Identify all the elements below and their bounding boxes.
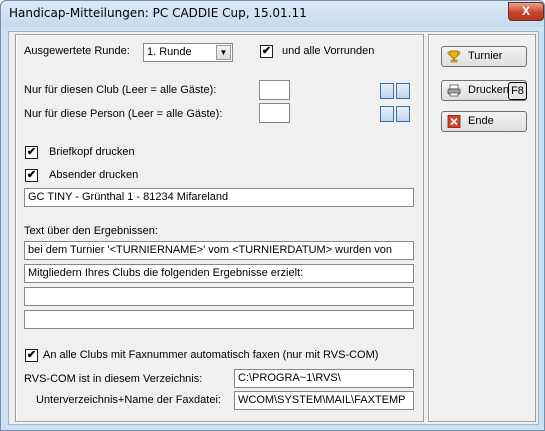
settings-panel: Ausgewertete Runde: 1. Runde ▼ ✔ und all… [15,34,424,422]
trophy-icon [447,50,461,63]
absender-label: Absender drucken [49,169,139,181]
ende-button[interactable]: Ende [441,111,527,132]
unterverzeichnis-label: Unterverzeichnis+Name der Faxdatei: [36,394,221,406]
turnier-button-label: Turnier [468,50,503,62]
vorrunden-checkbox[interactable]: ✔ [260,45,273,58]
drucken-shortcut-key: F8 [508,82,527,100]
club-list-icon[interactable] [380,83,394,99]
person-label: Nur für diese Person (Leer = alle Gäste)… [24,108,223,120]
drucken-button-label: Drucken [468,84,509,96]
chevron-down-icon[interactable]: ▼ [216,45,231,60]
runde-label: Ausgewertete Runde: [24,45,130,57]
printer-icon [447,84,461,97]
ende-button-label: Ende [468,115,494,127]
text-line-1[interactable]: bei dem Turnier '<TURNIERNAME>' vom <TUR… [24,241,414,260]
person-field[interactable] [259,103,290,123]
text-line-3[interactable] [24,287,414,306]
club-field[interactable] [259,80,290,100]
text-line-4[interactable] [24,310,414,329]
person-list-icon[interactable] [380,106,394,122]
fax-label: An alle Clubs mit Faxnummer automatisch … [43,349,379,361]
rvs-path-field[interactable]: C:\PROGRA~1\RVS\ [234,369,414,388]
text-label: Text über den Ergebnissen: [24,225,158,237]
text-line-2[interactable]: Mitgliedern Ihres Clubs die folgenden Er… [24,264,414,283]
window-title: Handicap-Mitteilungen: PC CADDIE Cup, 15… [9,6,307,20]
close-button[interactable]: X [508,2,544,21]
briefkopf-label: Briefkopf drucken [49,146,135,158]
club-label: Nur für diesen Club (Leer = alle Gäste): [24,84,217,96]
exit-x-icon [447,115,461,128]
title-bar[interactable]: Handicap-Mitteilungen: PC CADDIE Cup, 15… [1,1,544,27]
runde-select[interactable]: 1. Runde ▼ [143,43,233,62]
drucken-button[interactable]: Drucken F8 [441,80,527,101]
person-search-icon[interactable] [396,106,410,122]
runde-select-value: 1. Runde [147,46,192,58]
turnier-button[interactable]: Turnier [441,46,527,67]
absender-field[interactable]: GC TINY - Grünthal 1 - 81234 Mifareland [24,188,414,207]
action-panel: Turnier Drucken F8 Ende [428,34,536,422]
vorrunden-label: und alle Vorrunden [282,45,375,57]
club-search-icon[interactable] [396,83,410,99]
fax-checkbox[interactable]: ✔ [25,349,38,362]
rvs-label: RVS-COM ist in diesem Verzeichnis: [24,373,203,385]
briefkopf-checkbox[interactable]: ✔ [25,146,38,159]
absender-checkbox[interactable]: ✔ [25,169,38,182]
unterverzeichnis-field[interactable]: WCOM\SYSTEM\MAIL\FAXTEMP [234,391,414,410]
dialog-window: Handicap-Mitteilungen: PC CADDIE Cup, 15… [0,0,545,431]
dialog-client: Ausgewertete Runde: 1. Runde ▼ ✔ und all… [8,31,539,425]
